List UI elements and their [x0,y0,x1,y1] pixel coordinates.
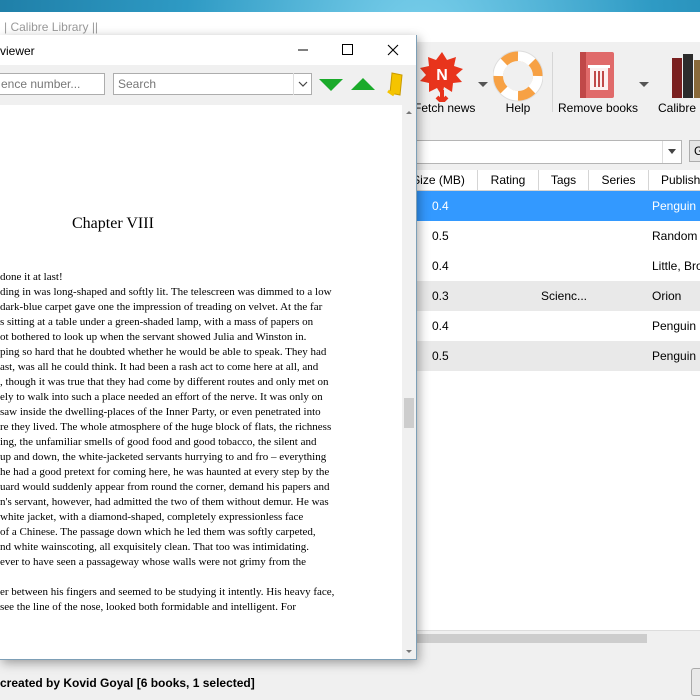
text-line: uard would suddenly appear from round th… [0,481,330,493]
minimize-icon [298,49,308,51]
text-line: ping so hard that he doubted whether he … [0,346,327,358]
text-line: ot bothered to look up when the servant … [0,331,307,343]
text-line: dark-blue carpet gave one the impression… [0,301,323,313]
scroll-down-icon[interactable] [402,645,416,659]
help-lifebuoy-icon [493,50,543,102]
calibre-library-label: Calibre L [658,101,700,115]
cell-size: 0.4 [432,259,449,273]
cell-publisher: Little, Bro [652,259,700,273]
find-previous-button[interactable] [350,73,376,95]
green-up-arrow-icon [351,78,375,90]
text-line: see the line of the nose, looked both fo… [0,601,297,613]
bookmark-icon [387,72,403,97]
chapter-heading: Chapter VIII [72,215,154,232]
cell-size: 0.4 [432,199,449,213]
maximize-button[interactable] [325,35,370,65]
book-page: Chapter VIII done it at last! ding in was… [0,105,402,659]
text-line: re they lived. The whole atmosphere of t… [0,421,332,433]
text-line: of a Chinese. The passage down which he … [0,526,316,538]
fetch-news-label: Fetch news [414,101,476,115]
fetch-news-icon: N [420,52,463,102]
text-line: ever to have seen a passageway whose wal… [0,556,307,568]
remove-books-dropdown-arrow[interactable] [639,82,649,87]
cell-size: 0.5 [432,349,449,363]
calibre-library-icon [672,54,700,98]
cell-publisher: Penguin U [652,349,700,363]
search-history-dropdown[interactable] [662,141,681,163]
text-line: done it at last! [0,271,63,283]
text-line: ast, was all he could think. It had been… [0,361,319,373]
search-dropdown-button[interactable] [293,73,312,95]
cell-publisher: Penguin U [652,319,700,333]
chevron-down-icon [298,81,308,87]
cell-size: 0.5 [432,229,449,243]
text-line: er between his fingers and seemed to be … [0,586,335,598]
fetch-news-button[interactable]: N Fetch news [414,42,476,136]
text-line [0,570,402,585]
column-header-tags[interactable]: Tags [539,170,589,190]
layout-toggle-button[interactable] [691,668,700,696]
ebook-viewer-window: viewer ence number... Search Chapter VII… [0,35,417,660]
bookmark-button[interactable] [384,69,408,99]
viewer-search-input[interactable]: Search [113,73,312,95]
column-header-rating[interactable]: Rating [478,170,539,190]
viewer-titlebar: viewer [0,35,416,65]
maximize-icon [342,44,353,55]
svg-text:N: N [436,67,448,84]
column-header-publisher[interactable]: Publish [649,170,700,190]
cell-publisher: Random [652,229,698,243]
scroll-up-icon[interactable] [402,105,416,119]
text-line: up and down, the white-jacketed servants… [0,451,327,463]
viewer-scrollbar-thumb[interactable] [404,398,414,428]
calibre-library-button[interactable]: Calibre L [656,42,700,136]
calibre-search-box[interactable] [380,140,682,164]
status-bar: created by Kovid Goyal [6 books, 1 selec… [0,660,700,700]
text-line: , though it was true that they had come … [0,376,329,388]
viewer-window-title: viewer [0,44,35,58]
close-button[interactable] [370,35,415,65]
text-line: ing, the unfamiliar smells of good food … [0,436,317,448]
text-line: s sitting at a table under a green-shade… [0,316,314,328]
minimize-button[interactable] [280,35,325,65]
viewer-toolbar: ence number... Search [0,65,416,105]
status-text: created by Kovid Goyal [6 books, 1 selec… [0,676,255,690]
text-line: ely to walk into such a place needed an … [0,391,323,403]
text-line: white jacket, with a diamond-shaped, com… [0,511,304,523]
reference-number-input[interactable]: ence number... [0,73,105,95]
text-line: n's servant, however, had admitted the t… [0,496,329,508]
text-line: ding in was long-shaped and softly lit. … [0,286,332,298]
go-button[interactable]: G [689,140,700,162]
remove-books-label: Remove books [558,101,639,115]
horizontal-scrollbar-thumb[interactable] [417,634,647,643]
cell-publisher: Penguin U [652,199,700,213]
column-header-series[interactable]: Series [589,170,649,190]
text-line: nd white wainscoting, all exquisitely cl… [0,541,309,553]
cell-tags: Scienc... [541,289,588,303]
remove-books-button[interactable]: Remove books [558,42,639,136]
toolbar-separator [552,52,553,112]
book-text: done it at last! ding in was long-shaped … [0,270,402,615]
cell-size: 0.3 [432,289,449,303]
cell-publisher: Orion [652,289,682,303]
close-icon [387,44,399,56]
text-line: he had a good pretext for coming here, h… [0,466,330,478]
green-down-arrow-icon [319,79,343,91]
viewer-vertical-scrollbar[interactable] [402,105,416,659]
help-label: Help [505,101,531,115]
remove-books-icon [580,52,614,98]
cell-size: 0.4 [432,319,449,333]
text-line: saw inside the dwelling-places of the In… [0,406,321,418]
fetch-news-dropdown-arrow[interactable] [478,82,488,87]
help-button[interactable]: Help [493,42,543,136]
calibre-window-title: | Calibre Library || [4,20,99,34]
find-next-button[interactable] [318,73,344,95]
